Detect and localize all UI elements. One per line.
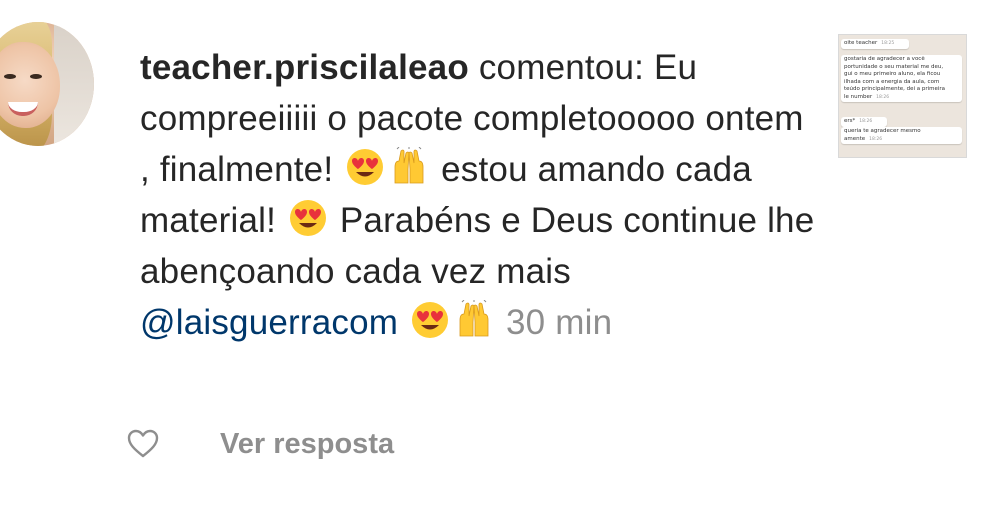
- chat-bubble-time: 18:26: [876, 94, 890, 100]
- comment-actions: Ver resposta: [126, 424, 394, 464]
- raising-hands-emoji-icon: [394, 147, 424, 184]
- comment-text: teacher.priscilaleao comentou: Eu compre…: [140, 42, 820, 348]
- chat-bubble-line: portunidade o seu material me deu,: [844, 63, 944, 70]
- comment-timestamp: 30 min: [506, 303, 613, 342]
- comment-screen: teacher.priscilaleao comentou: Eu compre…: [0, 0, 993, 520]
- chat-bubble-line: ilhada com a energia da aula, com: [844, 78, 940, 85]
- avatar-eye-right: [30, 74, 42, 79]
- chat-bubble-line: gostaria de agradecer a você: [844, 56, 925, 62]
- chat-bubble-line-text: le number: [844, 93, 873, 100]
- avatar[interactable]: [0, 22, 94, 146]
- heart-eyes-emoji-icon: [347, 149, 384, 185]
- chat-bubble: oite teacher 18:25: [841, 39, 909, 49]
- heart-eyes-emoji-icon: [289, 200, 326, 236]
- chat-bubble-time: 18:25: [881, 41, 895, 46]
- chat-bubble-time: 18:26: [869, 136, 883, 142]
- mention-link[interactable]: @laisguerracom: [140, 303, 398, 342]
- chat-bubble-text: ers*: [844, 118, 856, 124]
- chat-bubble-line: queria te agradecer mesmo: [844, 128, 921, 134]
- avatar-background: [54, 22, 94, 146]
- heart-outline-icon[interactable]: [126, 427, 160, 461]
- chat-bubble: queria te agradecer mesmo amente 18:26: [841, 127, 962, 144]
- raising-hands-emoji-icon: [459, 300, 489, 337]
- attached-image-thumbnail[interactable]: oite teacher 18:25 gostaria de agradecer …: [838, 34, 967, 158]
- chat-bubble-line: le number 18:26: [844, 94, 959, 102]
- chat-bubble-text: oite teacher: [844, 40, 878, 46]
- chat-bubble-line: amente 18:26: [844, 136, 959, 144]
- avatar-eye-left: [4, 74, 16, 79]
- chat-bubble: gostaria de agradecer a você portunidade…: [841, 55, 962, 102]
- chat-bubble: ers* 18:26: [841, 117, 887, 127]
- heart-eyes-emoji-icon: [412, 302, 449, 338]
- comment-username[interactable]: teacher.priscilaleao: [140, 48, 469, 87]
- chat-bubble-time: 18:26: [859, 119, 873, 124]
- view-reply-button[interactable]: Ver resposta: [220, 428, 394, 461]
- chat-bubble-line-text: amente: [844, 135, 866, 142]
- chat-bubble-line: gui o meu primeiro aluno, ela ficou: [844, 71, 941, 77]
- chat-bubble-line: teúdo principalmente, dei a primeira: [844, 86, 946, 92]
